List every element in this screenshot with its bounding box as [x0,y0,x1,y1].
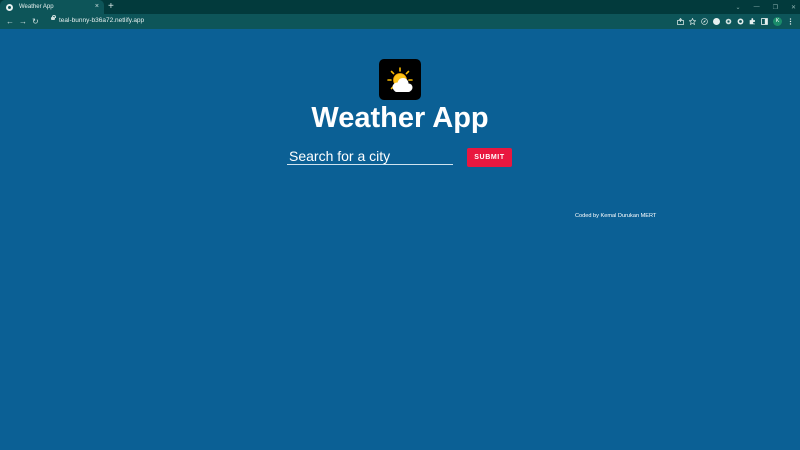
extension-gear-icon[interactable] [725,18,732,25]
search-input[interactable] [287,148,453,165]
restore-icon[interactable]: ❐ [773,4,778,11]
browser-tab-bar: Weather App × + ⌄ — ❐ ✕ [0,0,800,14]
author-credit: Coded by Kemal Durukan MERT [575,213,657,219]
window-controls: ⌄ — ❐ ✕ [736,0,796,14]
bookmark-star-icon[interactable] [688,17,697,26]
extensions-puzzle-icon[interactable] [749,18,756,25]
menu-kebab-icon[interactable] [787,18,794,25]
extension-face-icon[interactable] [713,18,720,25]
minimize-icon[interactable]: — [754,4,760,10]
globe-icon [6,3,13,11]
close-window-icon[interactable]: ✕ [791,4,796,11]
toolbar-icons: K [677,16,794,27]
new-tab-button[interactable]: + [108,1,114,13]
submit-button[interactable]: SUBMIT [467,148,512,167]
side-panel-icon[interactable] [761,18,768,25]
forward-arrow-icon[interactable]: → [19,16,27,27]
tab-title: Weather App [19,4,54,10]
share-icon[interactable] [677,17,684,25]
lock-icon[interactable] [51,14,56,20]
address-bar-url[interactable]: teal-bunny-b36a72.netlify.app [59,15,144,26]
sun-behind-cloud-icon [379,59,421,100]
tab-close-icon[interactable]: × [95,3,99,10]
extension-compass-icon[interactable] [701,18,708,25]
back-arrow-icon[interactable]: ← [6,16,14,27]
reload-icon[interactable]: ↻ [32,16,39,27]
browser-tab[interactable]: Weather App × [0,0,104,14]
extension-circle-icon[interactable] [737,18,744,25]
page-title: Weather App [311,102,489,134]
profile-avatar[interactable]: K [773,17,782,26]
tab-search-icon[interactable]: ⌄ [736,4,741,11]
